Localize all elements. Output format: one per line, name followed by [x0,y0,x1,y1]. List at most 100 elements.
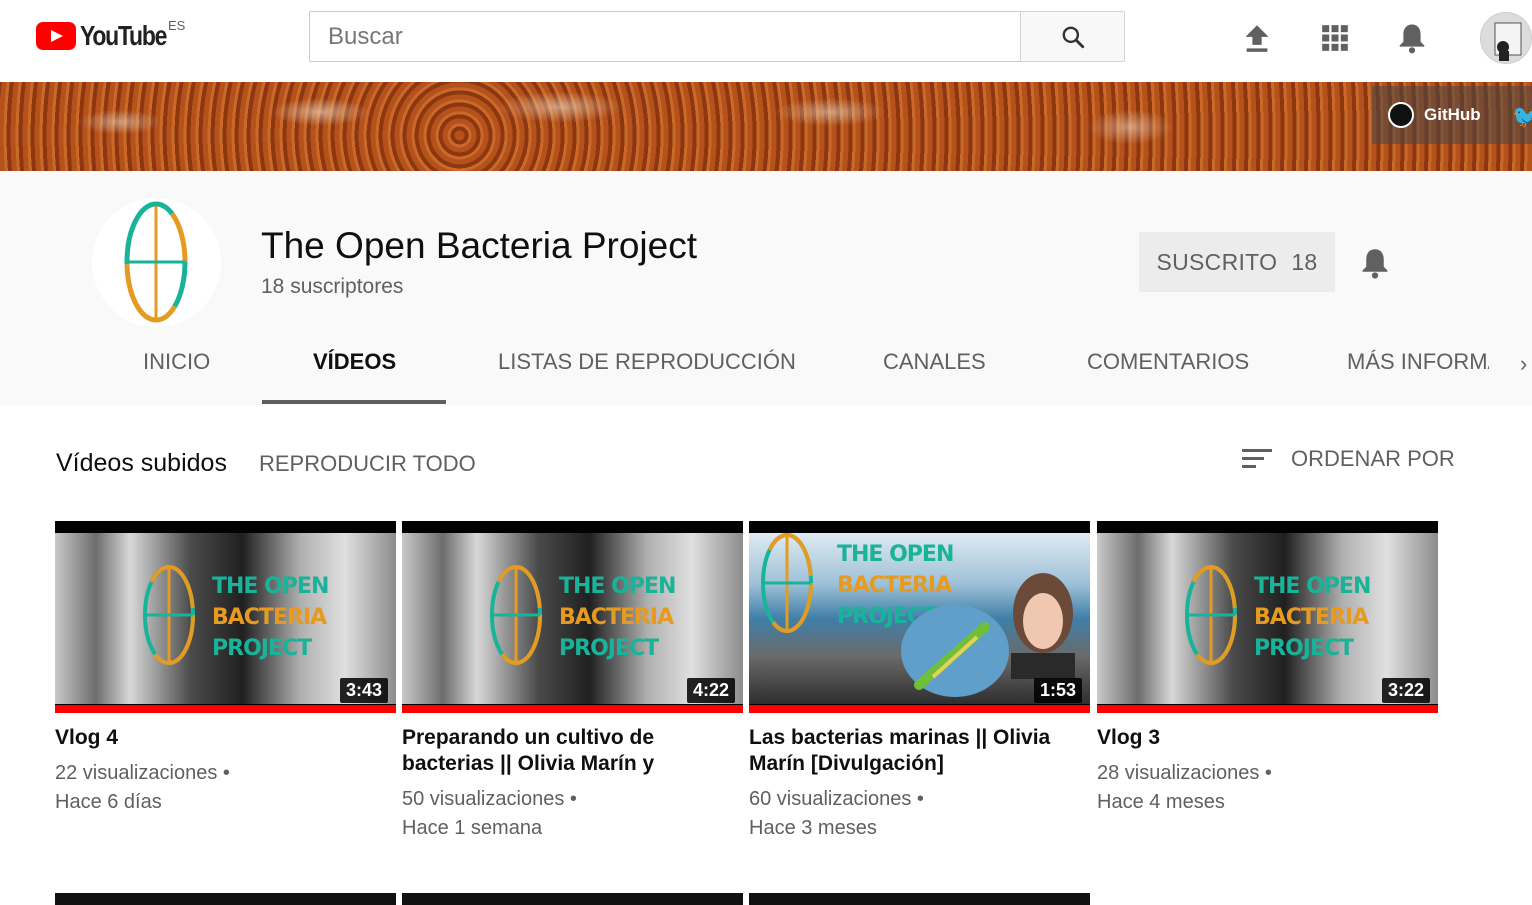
notifications-button[interactable] [1392,18,1432,58]
channel-notification-button[interactable] [1355,243,1395,283]
tab-videos[interactable]: VÍDEOS [313,349,396,375]
masthead: YouTube ES [0,0,1532,82]
thumbnail-text-line: THE OPEN [212,574,329,599]
video-thumbnail[interactable] [749,893,1090,905]
thumbnail-text-line: BACTERIA [212,605,327,630]
thumbnail-title: THE OPEN BACTERIA PROJECT [1254,571,1371,664]
video-thumbnail[interactable] [402,893,743,905]
thumbnail-text-line: PROJECT [1254,636,1354,661]
search-icon [1062,26,1084,48]
search-bar [309,11,1125,62]
video-metadata: 22 visualizaciones • Hace 6 días [55,759,396,817]
video-thumbnail[interactable]: THE OPEN BACTERIA PROJECT 1:53 [749,521,1090,713]
video-age: Hace 1 semana [402,817,543,839]
thumbnail-text-line: THE OPEN [559,574,676,599]
video-title[interactable]: Las bacterias marinas || Olivia Marín [D… [749,725,1090,777]
watched-progress-bar [1097,705,1438,713]
video-title[interactable]: Vlog 3 [1097,725,1438,751]
channel-avatar[interactable] [92,198,221,327]
chevron-right-icon[interactable]: › [1520,351,1527,377]
search-button[interactable] [1020,11,1125,62]
country-code: ES [168,18,186,33]
bell-icon [1362,249,1388,279]
video-title[interactable]: Vlog 4 [55,725,396,751]
video-age: Hace 6 días [55,791,162,813]
thumbnail-title: THE OPEN BACTERIA PROJECT [212,571,329,664]
presenter-image [1011,573,1075,679]
channel-banner [0,82,1532,171]
channel-header: The Open Bacteria Project 18 suscriptore… [0,171,1532,405]
logo-text: YouTube [80,20,167,51]
apps-button[interactable] [1315,18,1355,58]
meta-separator: • [569,788,577,810]
watched-progress-bar [749,705,1090,713]
github-link[interactable]: GitHub 🐦 [1372,86,1532,144]
subscribed-button[interactable]: SUSCRITO 18 [1139,232,1335,292]
video-duration: 4:22 [686,678,735,703]
tab-inicio[interactable]: INICIO [143,349,210,375]
video-card[interactable]: THE OPEN BACTERIA PROJECT 4:22 Preparand… [402,521,743,843]
video-views: 50 visualizaciones [402,788,565,810]
video-card[interactable]: THE OPEN BACTERIA PROJECT 1:53 Las bacte… [749,521,1090,843]
watched-progress-bar [55,705,396,713]
apps-grid-icon [1322,25,1348,51]
video-card[interactable]: THE OPEN BACTERIA PROJECT 3:43 Vlog 4 22… [55,521,396,817]
subscribed-label: SUSCRITO [1156,248,1278,275]
thumbnail-text-line: BACTERIA [837,573,952,598]
bacteria-logo-icon [124,201,188,323]
bacteria-logo-icon [143,565,195,665]
video-views: 28 visualizaciones [1097,762,1260,784]
youtube-play-icon [36,22,76,50]
active-tab-indicator [262,400,446,404]
thumbnail-text-line: BACTERIA [559,605,674,630]
avatar-image [1481,13,1531,63]
bell-icon [1399,24,1425,54]
play-all-button[interactable]: REPRODUCIR TODO [259,451,476,477]
video-metadata: 50 visualizaciones • Hace 1 semana [402,785,743,843]
thumbnail-text-line: PROJECT [212,636,312,661]
twitter-icon[interactable]: 🐦 [1512,104,1532,129]
tab-about[interactable]: MÁS INFORMACIÓN [1347,349,1489,375]
channel-title: The Open Bacteria Project [261,225,697,266]
thumbnail-text-line: THE OPEN [837,542,954,567]
sort-icon [1242,449,1272,468]
thumbnail-text-line: BACTERIA [1254,605,1369,630]
video-thumbnail[interactable] [55,893,396,905]
meta-separator: • [916,788,924,810]
video-thumbnail[interactable]: THE OPEN BACTERIA PROJECT 4:22 [402,521,743,713]
thumbnail-text-line: THE OPEN [1254,574,1371,599]
video-card[interactable]: THE OPEN BACTERIA PROJECT 3:22 Vlog 3 28… [1097,521,1438,817]
thumbnail-text-line: PROJECT [559,636,659,661]
video-thumbnail[interactable]: THE OPEN BACTERIA PROJECT 3:22 [1097,521,1438,713]
video-duration: 3:22 [1381,678,1430,703]
watched-progress-bar [402,705,743,713]
meta-separator: • [1264,762,1272,784]
video-thumbnail[interactable]: THE OPEN BACTERIA PROJECT 3:43 [55,521,396,713]
channel-tabs: INICIO VÍDEOS LISTAS DE REPRODUCCIÓN CAN… [0,331,1532,405]
search-input[interactable] [309,11,1020,62]
subscribed-count: 18 [1291,248,1318,275]
bacteria-logo-icon [490,565,542,665]
upload-icon [1245,25,1269,52]
video-views: 60 visualizaciones [749,788,912,810]
video-title[interactable]: Preparando un cultivo de bacterias || Ol… [402,725,743,777]
github-icon [1388,102,1414,128]
youtube-logo[interactable]: YouTube ES [36,18,186,52]
upload-button[interactable] [1237,18,1277,58]
tab-comments[interactable]: COMENTARIOS [1087,349,1249,375]
video-metadata: 60 visualizaciones • Hace 3 meses [749,785,1090,843]
bacteria-logo-icon [1185,565,1237,665]
video-duration: 1:53 [1033,678,1082,703]
video-duration: 3:43 [339,678,388,703]
bacteria-logo-icon [761,533,813,633]
tab-playlists[interactable]: LISTAS DE REPRODUCCIÓN [498,349,796,375]
user-avatar[interactable] [1480,12,1532,64]
meta-separator: • [222,762,230,784]
sort-label: ORDENAR POR [1291,446,1455,471]
video-age: Hace 3 meses [749,817,877,839]
microscope-image [901,605,1009,697]
tab-channels[interactable]: CANALES [883,349,986,375]
video-views: 22 visualizaciones [55,762,218,784]
video-metadata: 28 visualizaciones • Hace 4 meses [1097,759,1438,817]
sort-button[interactable]: ORDENAR POR [1241,446,1455,472]
